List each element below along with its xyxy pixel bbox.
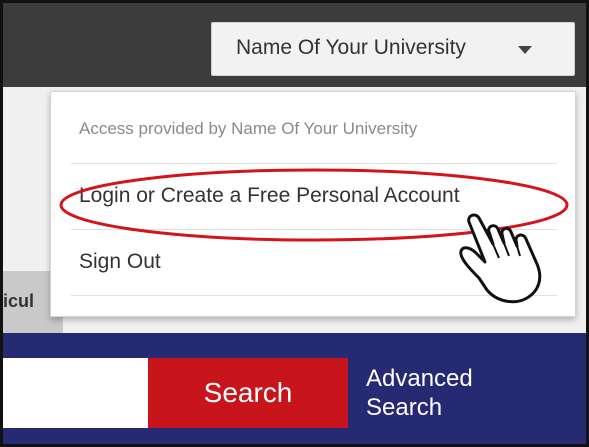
advanced-search-link[interactable]: Advanced Search <box>366 364 506 422</box>
menu-divider <box>71 163 557 164</box>
menu-divider <box>71 229 557 230</box>
university-menu-label: Name Of Your University <box>236 36 466 59</box>
menu-divider <box>71 295 557 296</box>
search-band: Search Advanced Search <box>3 333 586 444</box>
top-navigation-bar: Name Of Your University <box>3 3 586 87</box>
university-menu-button[interactable]: Name Of Your University <box>211 22 575 76</box>
screenshot-frame: Name Of Your University icul Search Adva… <box>0 0 589 447</box>
access-provided-text: Access provided by Name Of Your Universi… <box>79 119 418 138</box>
advanced-search-line-1: Advanced <box>366 365 473 392</box>
sign-out-link[interactable]: Sign Out <box>79 250 161 274</box>
search-button[interactable]: Search <box>148 358 348 428</box>
account-dropdown-menu: Access provided by Name Of Your Universi… <box>50 91 576 317</box>
category-strip-text: icul <box>3 291 35 311</box>
chevron-down-icon[interactable] <box>518 46 532 54</box>
login-create-account-link[interactable]: Login or Create a Free Personal Account <box>79 184 460 208</box>
advanced-search-line-2: Search <box>366 394 443 421</box>
search-input[interactable] <box>3 358 148 428</box>
